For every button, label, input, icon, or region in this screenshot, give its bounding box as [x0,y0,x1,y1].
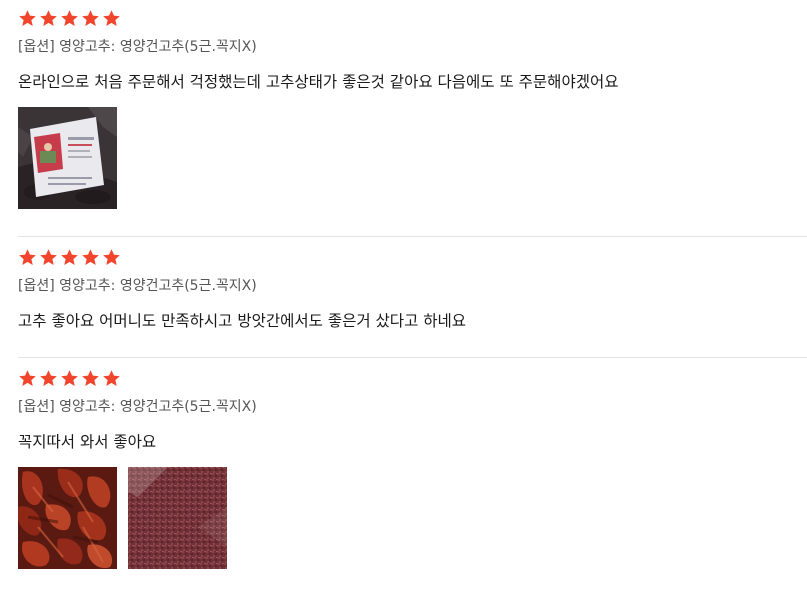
dried-peppers-photo[interactable] [18,467,117,569]
star-icon [19,248,36,265]
star-icon [103,369,120,386]
review-photos [18,107,807,209]
review-item: [옵션] 영양고추: 영양건고추(5근.꼭지X) 고추 좋아요 어머니도 만족하… [0,237,807,358]
review-photos [18,467,807,569]
star-icon [82,248,99,265]
star-icon [103,248,120,265]
package-photo[interactable] [18,107,117,209]
star-rating [18,247,807,267]
star-icon [61,248,78,265]
review-text: 온라인으로 처음 주문해서 걱정했는데 고추상태가 좋은것 같아요 다음에도 또… [18,73,619,91]
star-icon [40,248,57,265]
review-option: [옵션] 영양고추: 영양건고추(5근.꼭지X) [18,278,257,294]
chili-powder-photo[interactable] [128,467,227,569]
star-icon [103,9,120,26]
review-option: [옵션] 영양고추: 영양건고추(5근.꼭지X) [18,39,257,55]
review-text: 고추 좋아요 어머니도 만족하시고 방앗간에서도 좋은거 샀다고 하네요 [18,312,467,330]
star-icon [82,369,99,386]
star-rating [18,8,807,28]
star-icon [19,9,36,26]
star-icon [19,369,36,386]
star-icon [40,369,57,386]
review-list: [옵션] 영양고추: 영양건고추(5근.꼭지X) 온라인으로 처음 주문해서 걱… [0,0,807,595]
star-icon [61,369,78,386]
star-icon [61,9,78,26]
star-icon [40,9,57,26]
review-option: [옵션] 영양고추: 영양건고추(5근.꼭지X) [18,399,257,415]
review-text: 꼭지따서 와서 좋아요 [18,433,157,451]
review-item: [옵션] 영양고추: 영양건고추(5근.꼭지X) 온라인으로 처음 주문해서 걱… [0,0,807,237]
star-icon [82,9,99,26]
star-rating [18,368,807,388]
review-item: [옵션] 영양고추: 영양건고추(5근.꼭지X) 꼭지따서 와서 좋아요 [0,358,807,595]
